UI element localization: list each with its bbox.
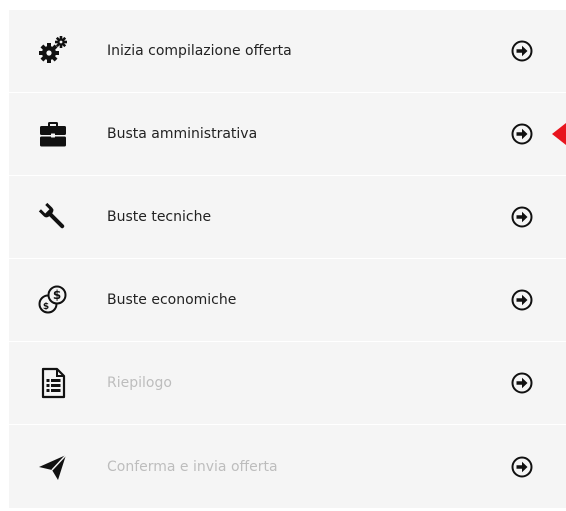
offer-steps-menu: Inizia compilazione offerta Busta ammini… xyxy=(9,10,566,508)
step-label: Buste economiche xyxy=(107,292,237,308)
briefcase-icon xyxy=(37,118,69,150)
step-label: Buste tecniche xyxy=(107,209,212,225)
wrench-icon xyxy=(37,201,69,233)
cogs-icon xyxy=(37,35,69,67)
svg-text:$: $ xyxy=(53,288,61,302)
arrow-circle-right-icon[interactable] xyxy=(511,206,533,228)
money-icon: $ $ xyxy=(37,284,69,316)
current-step-marker xyxy=(552,123,566,145)
arrow-circle-right-icon[interactable] xyxy=(511,372,533,394)
step-confirm-send[interactable]: Conferma e invia offerta xyxy=(9,425,566,508)
step-summary[interactable]: Riepilogo xyxy=(9,342,566,425)
arrow-circle-right-icon[interactable] xyxy=(511,456,533,478)
step-label: Busta amministrativa xyxy=(107,126,258,142)
step-economic-envelopes[interactable]: $ $ Buste economiche xyxy=(9,259,566,342)
step-label: Inizia compilazione offerta xyxy=(107,43,292,59)
arrow-circle-right-icon[interactable] xyxy=(511,123,533,145)
arrow-circle-right-icon[interactable] xyxy=(511,289,533,311)
step-label: Riepilogo xyxy=(107,375,172,391)
step-start-offer[interactable]: Inizia compilazione offerta xyxy=(9,10,566,93)
document-list-icon xyxy=(37,367,69,399)
step-administrative-envelope[interactable]: Busta amministrativa xyxy=(9,93,566,176)
svg-text:$: $ xyxy=(43,302,49,312)
step-label: Conferma e invia offerta xyxy=(107,458,278,475)
step-technical-envelopes[interactable]: Buste tecniche xyxy=(9,176,566,259)
arrow-circle-right-icon[interactable] xyxy=(511,40,533,62)
paper-plane-icon xyxy=(37,451,69,483)
